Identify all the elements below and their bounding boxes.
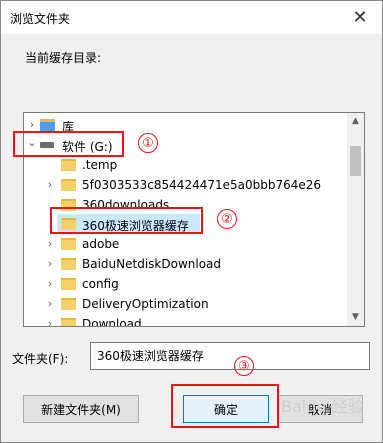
expand-arrow-icon[interactable]: › — [44, 178, 56, 191]
folder-icon — [61, 159, 76, 171]
tree-item-folder[interactable]: › DeliveryOptimization — [24, 294, 347, 314]
folder-icon — [61, 258, 76, 270]
annotation-box-ok — [171, 384, 279, 428]
dialog-title: 浏览文件夹 — [10, 12, 71, 26]
annotation-step-1: ① — [138, 133, 158, 153]
expand-arrow-icon[interactable]: › — [44, 237, 56, 250]
folder-icon — [61, 298, 76, 310]
folder-icon — [61, 278, 76, 290]
library-icon — [40, 119, 55, 131]
folder-name-input[interactable]: 360极速浏览器缓存 — [90, 342, 370, 370]
close-icon[interactable]: ✕ — [348, 5, 372, 29]
expand-arrow-icon[interactable]: › — [44, 297, 56, 310]
tree-item-folder[interactable]: › config — [24, 274, 347, 294]
browse-folder-dialog: 浏览文件夹 ✕ 当前缓存目录: › 库 ⌄ 软件 (G:) .temp › 5f… — [0, 0, 383, 443]
tree-item-folder[interactable]: › adobe — [24, 234, 347, 254]
watermark: Baidu 经验 — [281, 397, 364, 416]
folder-icon — [61, 179, 76, 191]
folder-icon — [61, 318, 76, 326]
expand-arrow-icon[interactable]: › — [44, 257, 56, 270]
tree-scrollbar[interactable]: ▲ ▼ — [347, 113, 364, 326]
tree-item-label: 5f0303533c854424471e5a0bbb764e26 — [82, 178, 322, 192]
folder-field-label: 文件夹(F): — [12, 352, 69, 366]
tree-item-folder[interactable]: › BaiduNetdiskDownload — [24, 254, 347, 274]
expand-arrow-icon[interactable]: › — [26, 118, 38, 131]
new-folder-button[interactable]: 新建文件夹(M) — [23, 395, 139, 423]
tree-item-label: DeliveryOptimization — [82, 297, 209, 311]
scroll-up-icon[interactable]: ▲ — [347, 113, 364, 130]
tree-item-label: .temp — [82, 158, 118, 172]
scroll-down-icon[interactable]: ▼ — [347, 309, 364, 326]
tree-item-label: adobe — [82, 237, 120, 251]
expand-arrow-icon[interactable]: › — [44, 317, 56, 326]
title-bar: 浏览文件夹 ✕ — [1, 1, 382, 34]
annotation-box-folder — [50, 207, 203, 234]
tree-item-label: Download — [82, 317, 142, 327]
folder-icon — [61, 238, 76, 250]
annotation-step-3: ③ — [234, 356, 254, 376]
tree-item-folder[interactable]: › 5f0303533c854424471e5a0bbb764e26 — [24, 175, 347, 195]
annotation-step-2: ② — [217, 209, 237, 229]
tree-item-folder[interactable]: .temp — [24, 155, 347, 175]
tree-item-label: config — [82, 277, 119, 291]
current-dir-label: 当前缓存目录: — [25, 51, 102, 65]
tree-item-label: BaiduNetdiskDownload — [82, 257, 222, 271]
annotation-box-drive — [13, 131, 124, 157]
tree-item-folder[interactable]: › Download — [24, 314, 347, 327]
expand-arrow-icon[interactable]: › — [44, 277, 56, 290]
scroll-thumb[interactable] — [350, 146, 361, 176]
